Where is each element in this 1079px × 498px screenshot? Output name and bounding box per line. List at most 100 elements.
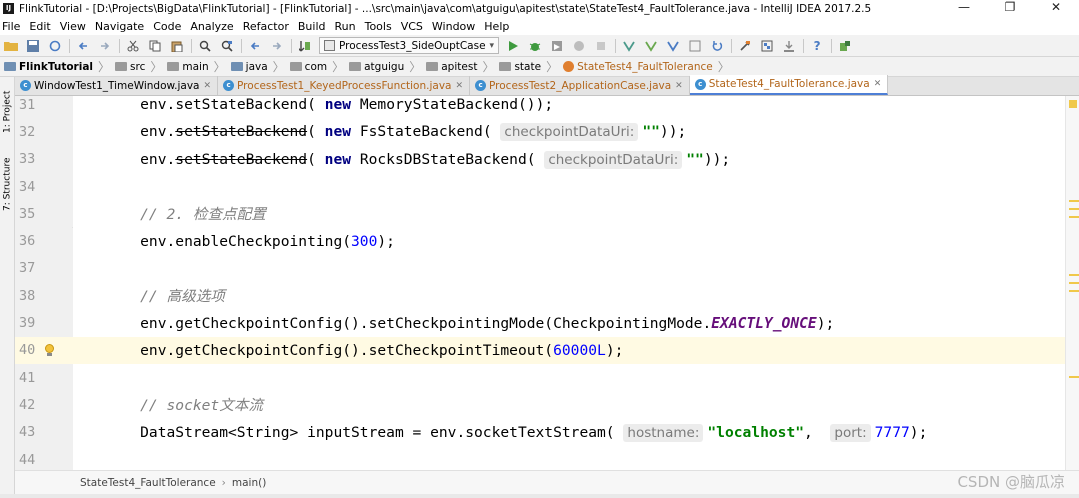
vcs-compare-icon[interactable]	[665, 38, 681, 54]
footer-class-crumb[interactable]: StateTest4_FaultTolerance	[80, 477, 216, 489]
folder-icon	[349, 62, 362, 71]
structure-tool-tab[interactable]: 7: Structure	[1, 153, 14, 215]
code-line[interactable]: 32 env.setStateBackend( new FsStateBacke…	[15, 118, 1065, 146]
open-folder-icon[interactable]	[3, 38, 19, 54]
breadcrumb-apitest[interactable]: apitest	[426, 61, 482, 73]
build-project-icon[interactable]	[297, 38, 313, 54]
back-icon[interactable]	[247, 38, 263, 54]
forward-icon[interactable]	[269, 38, 285, 54]
menu-edit[interactable]: Edit	[29, 20, 50, 33]
vcs-revert-icon[interactable]	[709, 38, 725, 54]
menu-code[interactable]: Code	[153, 20, 181, 33]
code-line[interactable]: 33 env.setStateBackend( new RocksDBState…	[15, 145, 1065, 173]
code-line[interactable]: 43 DataStream<String> inputStream = env.…	[15, 418, 1065, 446]
help-icon[interactable]: ?	[809, 38, 825, 54]
run-icon[interactable]	[505, 38, 521, 54]
code-line[interactable]: 31 env.setStateBackend( new MemoryStateB…	[15, 96, 1065, 119]
folder-icon	[115, 62, 128, 71]
tab-statetest4-active[interactable]: c StateTest4_FaultTolerance.java ✕	[689, 75, 889, 95]
warning-marker[interactable]	[1069, 200, 1079, 202]
menu-navigate[interactable]: Navigate	[95, 20, 144, 33]
run-configuration-label: ProcessTest3_SideOuptCase	[339, 39, 486, 52]
vcs-history-icon[interactable]	[687, 38, 703, 54]
menu-vcs[interactable]: VCS	[401, 20, 423, 33]
debug-icon[interactable]	[527, 38, 543, 54]
menu-view[interactable]: View	[60, 20, 86, 33]
chevron-down-icon: ▾	[489, 40, 495, 51]
toolbar-separator	[191, 38, 192, 53]
footer-method-crumb[interactable]: main()	[232, 477, 266, 489]
redo-icon[interactable]	[97, 38, 113, 54]
menu-help[interactable]: Help	[484, 20, 509, 33]
coverage-icon[interactable]	[549, 38, 565, 54]
copy-icon[interactable]	[147, 38, 163, 54]
warning-status-icon[interactable]	[1069, 100, 1077, 108]
vcs-update-icon[interactable]	[621, 38, 637, 54]
profile-icon[interactable]	[571, 38, 587, 54]
line-number: 40	[15, 336, 73, 364]
restore-button[interactable]: ❐	[987, 0, 1033, 17]
warning-marker[interactable]	[1069, 208, 1079, 210]
project-tool-tab[interactable]: 1: Project	[1, 83, 14, 141]
tab-processtest1[interactable]: c ProcessTest1_KeyedProcessFunction.java…	[218, 76, 471, 95]
warning-marker[interactable]	[1069, 376, 1079, 378]
code-line[interactable]: 39 env.getCheckpointConfig().setCheckpoi…	[15, 309, 1065, 337]
warning-marker[interactable]	[1069, 290, 1079, 292]
breadcrumb-main[interactable]: main	[167, 61, 213, 73]
undo-icon[interactable]	[75, 38, 91, 54]
tab-windowtest1[interactable]: c WindowTest1_TimeWindow.java ✕	[15, 76, 219, 95]
code-line[interactable]: 34	[15, 172, 1065, 201]
project-structure-icon[interactable]	[759, 38, 775, 54]
menu-build[interactable]: Build	[298, 20, 326, 33]
menu-file[interactable]: File	[2, 20, 20, 33]
settings-icon[interactable]	[737, 38, 753, 54]
plugin-icon[interactable]	[837, 38, 853, 54]
paste-icon[interactable]	[169, 38, 185, 54]
code-line[interactable]: 41	[15, 364, 1065, 392]
warning-marker[interactable]	[1069, 216, 1079, 218]
code-line[interactable]: 44	[15, 445, 1065, 470]
breadcrumb-src[interactable]: src	[115, 61, 150, 73]
close-window-button[interactable]: ✕	[1033, 0, 1079, 17]
title-bar: IJ FlinkTutorial - [D:\Projects\BigData\…	[0, 0, 1079, 17]
menu-analyze[interactable]: Analyze	[190, 20, 233, 33]
code-line[interactable]: 38 // 高级选项	[15, 282, 1065, 310]
line-number: 35	[15, 200, 73, 228]
menu-window[interactable]: Window	[432, 20, 475, 33]
breadcrumb-java[interactable]: java	[230, 61, 273, 73]
breadcrumb-atguigu[interactable]: atguigu	[349, 61, 409, 73]
close-icon[interactable]: ✕	[675, 81, 683, 91]
warning-marker[interactable]	[1069, 274, 1079, 276]
code-line[interactable]: 42 // socket文本流	[15, 391, 1065, 419]
cut-icon[interactable]	[125, 38, 141, 54]
replace-icon[interactable]	[219, 38, 235, 54]
find-icon[interactable]	[197, 38, 213, 54]
error-stripe-scrollbar[interactable]	[1065, 96, 1079, 470]
sdk-icon[interactable]	[781, 38, 797, 54]
close-icon[interactable]: ✕	[874, 79, 882, 89]
lightbulb-icon[interactable]	[45, 344, 54, 357]
stop-icon[interactable]	[593, 38, 609, 54]
close-icon[interactable]: ✕	[455, 81, 463, 91]
vcs-commit-icon[interactable]	[643, 38, 659, 54]
menu-tools[interactable]: Tools	[365, 20, 392, 33]
code-line[interactable]: 35 // 2. 检查点配置	[15, 200, 1065, 228]
menu-run[interactable]: Run	[335, 20, 356, 33]
warning-marker[interactable]	[1069, 282, 1079, 284]
minimize-button[interactable]: —	[941, 0, 987, 17]
code-token: 60000L	[553, 341, 606, 359]
menu-refactor[interactable]: Refactor	[243, 20, 289, 33]
code-line[interactable]: 37	[15, 254, 1065, 283]
breadcrumb-class[interactable]: StateTest4_FaultTolerance	[563, 61, 718, 73]
save-all-icon[interactable]	[25, 38, 41, 54]
breadcrumb-project[interactable]: FlinkTutorial	[4, 61, 98, 73]
breadcrumb-state[interactable]: state	[499, 61, 546, 73]
close-icon[interactable]: ✕	[203, 81, 211, 91]
code-line[interactable]: 36 env.enableCheckpointing(300);	[15, 227, 1065, 255]
code-line-current[interactable]: 40 env.getCheckpointConfig().setCheckpoi…	[15, 336, 1065, 364]
run-configuration-select[interactable]: ProcessTest3_SideOuptCase ▾	[319, 37, 500, 54]
breadcrumb-com[interactable]: com	[289, 61, 332, 73]
code-editor[interactable]: 31 env.setStateBackend( new MemoryStateB…	[15, 96, 1065, 470]
synchronize-icon[interactable]	[47, 38, 63, 54]
tab-processtest2[interactable]: c ProcessTest2_ApplicationCase.java ✕	[470, 76, 690, 95]
